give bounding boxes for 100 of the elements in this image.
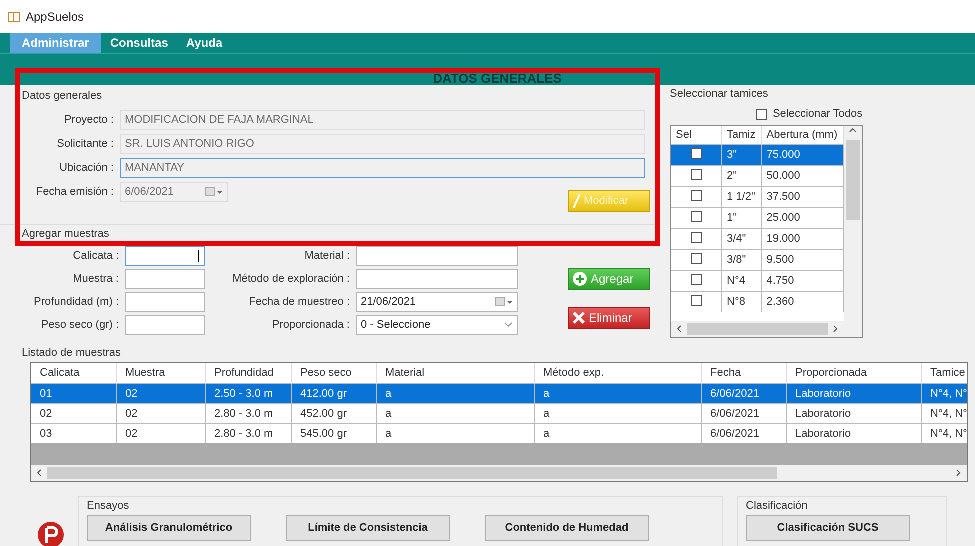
table-cell: N°4 (722, 270, 762, 292)
table-cell: N°4, N° (921, 424, 967, 443)
table-cell: 1" (722, 208, 762, 228)
table-cell: 2" (722, 166, 762, 186)
table-cell: 3" (722, 144, 762, 166)
test-button[interactable]: Contenido de Humedad (485, 515, 649, 541)
table-cell: Laboratorio (786, 384, 921, 404)
arrow-up-icon (848, 126, 857, 134)
table-cell: N°4, N° (921, 384, 967, 404)
table-cell: 6/06/2021 (701, 424, 786, 443)
column-header[interactable]: Peso seco (291, 363, 376, 384)
table-cell: a (534, 384, 701, 404)
field-label: Ubicación : (58, 162, 114, 174)
table-cell: 6/06/2021 (701, 404, 786, 424)
table-cell: 1 1/2" (722, 186, 762, 208)
group-title: Datos generales (22, 90, 104, 102)
table-cell: a (534, 404, 701, 424)
table-cell: 01 (31, 384, 116, 404)
group-title: Ensayos (87, 500, 130, 512)
checkbox[interactable] (690, 274, 702, 285)
group-title: Clasificación (746, 500, 809, 512)
table-cell: 03 (31, 424, 116, 443)
table-cell: 02 (31, 404, 116, 424)
column-header[interactable]: Fecha (701, 363, 786, 384)
dropdown[interactable]: 0 - Seleccione (356, 315, 518, 335)
calendar-icon (205, 187, 223, 197)
checkbox[interactable] (690, 253, 702, 264)
arrow-left-icon (35, 469, 43, 477)
table-cell: Laboratorio (786, 404, 921, 424)
checkbox[interactable] (690, 190, 702, 201)
group-title: Seleccionar tamices (670, 88, 770, 100)
field-label: Calicata : (72, 250, 119, 262)
field-label: Proporcionada : (271, 319, 350, 331)
group-title: Agregar muestras (22, 228, 110, 240)
column-header[interactable]: Método exp. (534, 363, 701, 384)
table-cell: 02 (116, 384, 205, 404)
table-cell: 75.000 (761, 144, 844, 166)
input-field[interactable] (125, 292, 205, 312)
table-cell: 545.00 gr (291, 424, 376, 443)
text-cursor-icon (198, 250, 200, 262)
table-cell: Laboratorio (786, 424, 921, 443)
arrow-right-icon (832, 325, 840, 333)
column-header[interactable]: Proporcionada (786, 363, 921, 384)
checkbox[interactable] (690, 148, 702, 159)
column-header[interactable]: Material (376, 363, 534, 384)
column-header[interactable]: Tamice (921, 363, 967, 384)
panel-title: DATOS GENERALES (433, 72, 562, 85)
table-cell: 50.000 (761, 166, 844, 186)
input-field[interactable] (125, 246, 205, 266)
table-cell: a (534, 424, 701, 443)
table-cell: 2.360 (761, 292, 844, 312)
column-header[interactable]: Muestra (116, 363, 205, 384)
table-cell: 19.000 (761, 228, 844, 250)
field-label: Profundidad (m) : (33, 296, 119, 308)
checkbox[interactable] (690, 295, 702, 306)
table-cell: N°8 (722, 292, 762, 312)
menu-item[interactable]: Consultas (101, 33, 178, 53)
delete-button[interactable]: Eliminar (568, 307, 650, 329)
checkbox[interactable] (690, 169, 702, 180)
checkbox[interactable] (690, 211, 702, 222)
arrow-left-icon (675, 325, 683, 333)
column-header[interactable]: Calicata (31, 363, 116, 384)
table-cell: N°4, N° (921, 404, 967, 424)
table-cell: 37.500 (761, 186, 844, 208)
window-title: AppSuelos (26, 10, 84, 24)
table-row[interactable]: 03 02 2.80 - 3.0 m 545.00 gr a a 6/06/2021 Laboratorio N°4, N° (31, 424, 967, 443)
table-cell: 2.80 - 3.0 m (205, 424, 291, 443)
column-header[interactable]: Profundidad (205, 363, 291, 384)
vertical-scrollbar[interactable] (844, 126, 862, 321)
table-row[interactable]: 02 02 2.80 - 3.0 m 452.00 gr a a 6/06/2021 Laboratorio N°4, N° (31, 404, 967, 424)
test-button[interactable]: Análisis Granulométrico (87, 515, 251, 541)
input-field[interactable] (356, 246, 518, 266)
table-cell: 02 (116, 424, 205, 443)
field-label: Fecha de muestreo : (248, 296, 350, 308)
horizontal-scrollbar[interactable] (671, 321, 844, 337)
calendar-icon (495, 297, 513, 307)
checkbox[interactable] (756, 108, 767, 120)
input-field[interactable] (356, 269, 518, 289)
horizontal-scrollbar[interactable] (31, 465, 967, 481)
table-row[interactable]: 01 02 2.50 - 3.0 m 412.00 gr a a 6/06/2021 Laboratorio N°4, N° (31, 384, 967, 404)
input-field[interactable] (125, 315, 205, 335)
test-button[interactable]: Límite de Consistencia (286, 515, 450, 541)
checkbox[interactable] (690, 232, 702, 243)
table-cell: 9.500 (761, 250, 844, 270)
menu-item[interactable]: Ayuda (177, 33, 232, 53)
logo-icon (38, 522, 64, 546)
table-cell: 02 (116, 404, 205, 424)
classify-button[interactable]: Clasificación SUCS (746, 515, 910, 541)
input-field[interactable] (125, 269, 205, 289)
pencil-icon (573, 194, 581, 208)
plus-icon (573, 272, 587, 286)
field-label: Muestra : (72, 273, 119, 285)
table-cell: a (376, 424, 534, 443)
date-picker[interactable]: 21/06/2021 (356, 292, 518, 312)
table-cell: 25.000 (761, 208, 844, 228)
field-label: Material : (304, 250, 350, 262)
field-label: Proyecto : (63, 114, 114, 126)
field-label: Solicitante : (56, 138, 114, 150)
table-cell: 6/06/2021 (701, 384, 786, 404)
checkbox-label: Seleccionar Todos (772, 108, 863, 120)
